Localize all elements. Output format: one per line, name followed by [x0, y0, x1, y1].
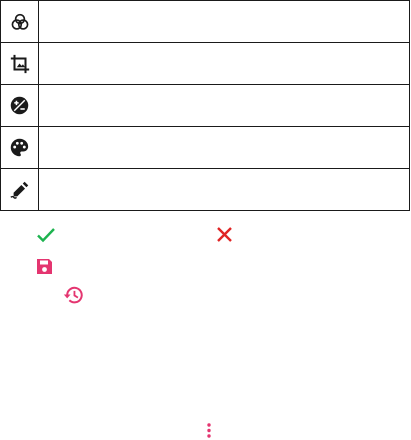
tool-row-draw[interactable] — [0, 169, 410, 211]
draw-pen-icon — [9, 181, 28, 199]
history-icon[interactable] — [63, 285, 85, 305]
tool-row-filters[interactable] — [0, 1, 410, 43]
exposure-icon — [10, 96, 29, 115]
crop-icon — [10, 54, 29, 73]
close-icon[interactable] — [216, 226, 233, 243]
tool-row-crop[interactable] — [0, 43, 410, 85]
editor-tool-list — [0, 0, 410, 212]
save-icon[interactable] — [36, 258, 53, 275]
tool-row-color[interactable] — [0, 127, 410, 169]
tool-row-exposure[interactable] — [0, 85, 410, 127]
more-vert-icon[interactable] — [203, 422, 215, 440]
palette-icon — [10, 138, 29, 157]
color-filter-icon — [11, 13, 28, 30]
check-icon[interactable] — [36, 226, 56, 244]
